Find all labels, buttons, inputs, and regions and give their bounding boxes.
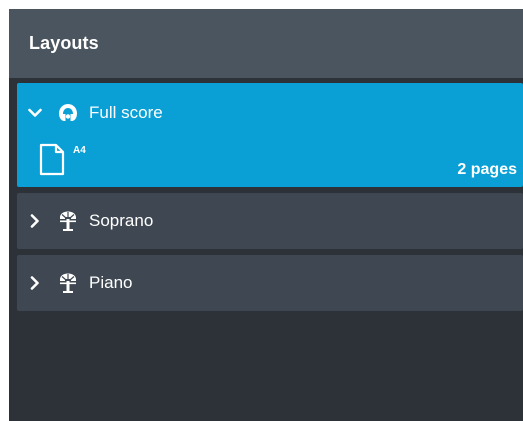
part-layout-icon	[57, 210, 79, 232]
full-score-icon	[57, 102, 79, 124]
layouts-panel: Layouts Full score A4 2 pages Soprano Pi…	[9, 9, 523, 421]
panel-header: Layouts	[9, 9, 523, 78]
layout-name: Piano	[89, 273, 133, 292]
chevron-right-icon[interactable]	[27, 275, 43, 291]
page-info: A4	[39, 143, 86, 176]
layout-name: Full score	[89, 103, 163, 122]
layout-item-soprano[interactable]: Soprano	[17, 193, 523, 249]
layout-item-full-score[interactable]: Full score A4 2 pages	[17, 83, 523, 187]
panel-title: Layouts	[29, 33, 99, 53]
layout-name: Soprano	[89, 211, 154, 230]
layout-item-header: Piano	[17, 255, 132, 311]
part-layout-icon	[57, 272, 79, 294]
app-frame: Layouts Full score A4 2 pages Soprano Pi…	[0, 0, 523, 421]
layout-item-header: Soprano	[17, 193, 153, 249]
page-icon	[39, 143, 65, 176]
layout-item-piano[interactable]: Piano	[17, 255, 523, 311]
page-count-label: 2 pages	[457, 161, 517, 178]
chevron-down-icon[interactable]	[27, 105, 43, 121]
page-size-label: A4	[73, 145, 86, 156]
layout-item-header: Full score	[17, 87, 163, 139]
chevron-right-icon[interactable]	[27, 213, 43, 229]
layouts-list: Full score A4 2 pages Soprano Piano	[17, 83, 523, 317]
